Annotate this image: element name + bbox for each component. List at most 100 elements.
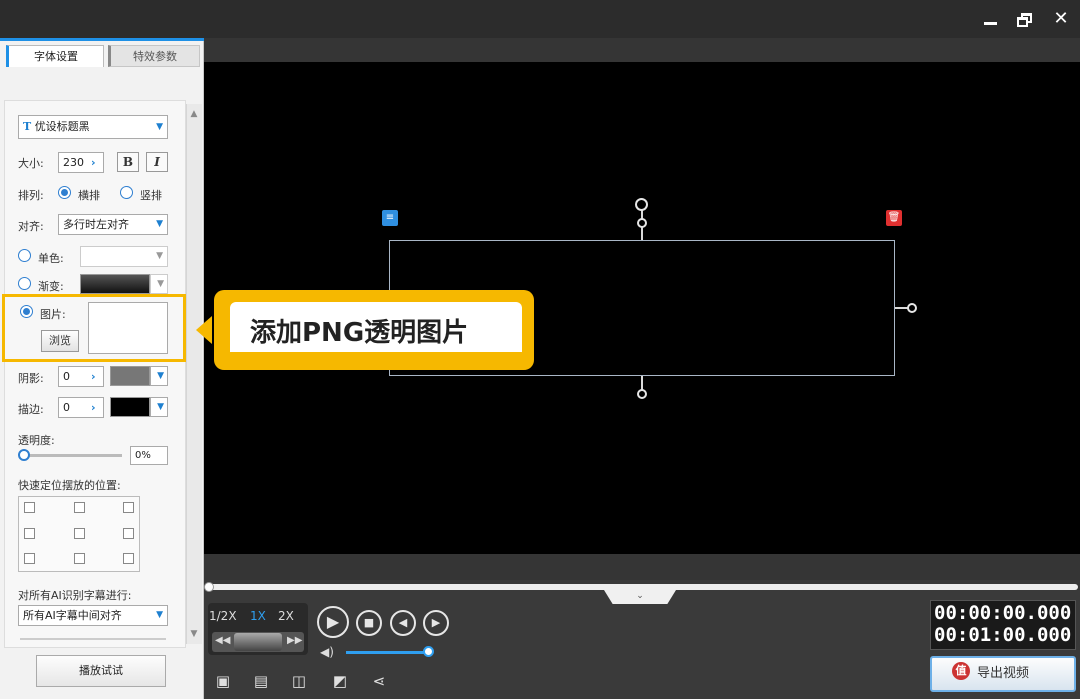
current-time: 00:00:00.000 xyxy=(934,602,1072,624)
position-top-right-checkbox[interactable] xyxy=(123,502,134,513)
align-select[interactable]: 多行时左对齐 ▼ xyxy=(58,214,168,235)
arrange-horizontal-label: 横排 xyxy=(78,189,100,202)
arrange-vertical-radio[interactable] xyxy=(120,186,133,199)
opacity-slider-knob[interactable] xyxy=(18,449,30,461)
scroll-down-icon[interactable]: ▼ xyxy=(188,628,200,640)
rotate-handle[interactable] xyxy=(635,198,648,211)
chevron-down-icon: ▼ xyxy=(156,251,163,261)
shadow-input[interactable]: 0 › xyxy=(58,366,104,387)
total-time: 00:01:00.000 xyxy=(934,624,1072,646)
minimize-icon[interactable] xyxy=(978,6,1004,32)
bold-button[interactable]: B xyxy=(117,152,139,172)
speed-2x[interactable]: 2X xyxy=(278,609,294,623)
position-top-center-checkbox[interactable] xyxy=(74,502,85,513)
stroke-input[interactable]: 0 › xyxy=(58,397,104,418)
copy-icon[interactable]: ◫ xyxy=(290,672,308,690)
preview-button[interactable]: 播放试试 xyxy=(36,655,166,687)
opacity-slider-track[interactable] xyxy=(22,454,122,457)
gradient-radio[interactable] xyxy=(18,277,31,290)
callout-arrow xyxy=(196,316,212,344)
highlight-frame xyxy=(2,294,186,362)
play-icon[interactable]: ▶ xyxy=(317,606,349,638)
stop-icon[interactable]: ■ xyxy=(356,610,382,636)
size-label: 大小: xyxy=(18,157,44,170)
solid-color-label: 单色: xyxy=(38,252,64,265)
gradient-swatch[interactable] xyxy=(80,274,150,294)
rewind-icon[interactable]: ◀◀ xyxy=(215,635,230,646)
restore-icon[interactable] xyxy=(1012,6,1038,32)
save-as-icon[interactable]: ◩ xyxy=(331,672,349,690)
chevron-down-icon: ▼ xyxy=(157,279,164,289)
shadow-color-swatch[interactable] xyxy=(110,366,150,386)
gradient-dropdown[interactable]: ▼ xyxy=(150,274,168,294)
panel-scrollbar[interactable] xyxy=(186,104,202,644)
arrange-horizontal-radio[interactable] xyxy=(58,186,71,199)
save-icon[interactable]: ▣ xyxy=(214,672,232,690)
opacity-input[interactable]: 0% xyxy=(130,446,168,465)
layer-list-icon[interactable]: ≡ xyxy=(382,210,398,226)
delete-icon[interactable]: 🗑 xyxy=(886,210,902,226)
chevron-right-icon: › xyxy=(91,370,96,383)
size-value: 230 xyxy=(63,156,84,169)
tab-effect-params[interactable]: 特效参数 xyxy=(108,45,200,67)
chevron-down-icon: ▼ xyxy=(157,402,164,412)
previous-frame-icon[interactable]: ◀ xyxy=(390,610,416,636)
opacity-value: 0% xyxy=(135,450,151,461)
opacity-label: 透明度: xyxy=(18,434,55,447)
volume-icon[interactable]: ◀) xyxy=(320,645,334,659)
close-icon[interactable]: ✕ xyxy=(1048,6,1074,32)
volume-slider[interactable] xyxy=(346,651,428,654)
arrange-vertical-label: 竖排 xyxy=(140,189,162,202)
resize-handle-right[interactable] xyxy=(907,303,917,313)
shadow-color-dropdown[interactable]: ▼ xyxy=(150,366,168,386)
position-middle-right-checkbox[interactable] xyxy=(123,528,134,539)
shadow-label: 阴影: xyxy=(18,372,44,385)
size-input[interactable]: 230 › xyxy=(58,152,104,173)
gradient-label: 渐变: xyxy=(38,280,64,293)
position-middle-center-checkbox[interactable] xyxy=(74,528,85,539)
timeline-progress[interactable] xyxy=(206,584,1078,590)
align-value: 多行时左对齐 xyxy=(63,218,129,231)
speed-slider-knob[interactable] xyxy=(234,633,282,651)
chevron-down-icon: ▼ xyxy=(156,219,163,229)
position-bottom-right-checkbox[interactable] xyxy=(123,553,134,564)
position-top-left-checkbox[interactable] xyxy=(24,502,35,513)
title-bar xyxy=(0,0,1080,38)
chevron-right-icon: › xyxy=(91,156,96,169)
chevron-down-icon: ▼ xyxy=(156,610,163,620)
position-middle-left-checkbox[interactable] xyxy=(24,528,35,539)
divider xyxy=(20,638,166,640)
position-bottom-left-checkbox[interactable] xyxy=(24,553,35,564)
tab-accent-line xyxy=(0,38,204,41)
tab-font-settings[interactable]: 字体设置 xyxy=(6,45,104,67)
open-folder-icon[interactable]: ▤ xyxy=(252,672,270,690)
stroke-color-dropdown[interactable]: ▼ xyxy=(150,397,168,417)
chevron-down-icon: ▼ xyxy=(156,122,163,132)
position-bottom-center-checkbox[interactable] xyxy=(74,553,85,564)
ai-align-select[interactable]: 所有AI字幕中间对齐 ▼ xyxy=(18,605,168,626)
font-select[interactable]: T 优设标题黑 ▼ xyxy=(18,115,168,139)
shadow-value: 0 xyxy=(63,370,70,383)
bottom-stem xyxy=(641,376,643,390)
text-type-icon: T xyxy=(23,120,32,133)
stroke-color-swatch[interactable] xyxy=(110,397,150,417)
next-frame-icon[interactable]: ▶ xyxy=(423,610,449,636)
fast-forward-icon[interactable]: ▶▶ xyxy=(287,635,302,646)
arrange-label: 排列: xyxy=(18,189,44,202)
font-name: 优设标题黑 xyxy=(34,120,90,133)
expand-chevron-icon[interactable]: ⌄ xyxy=(604,590,676,604)
solid-color-radio[interactable] xyxy=(18,249,31,262)
share-icon[interactable]: ⋖ xyxy=(370,672,388,690)
callout-text: 添加PNG透明图片 xyxy=(250,318,469,348)
ai-align-value: 所有AI字幕中间对齐 xyxy=(23,609,122,622)
stroke-value: 0 xyxy=(63,401,70,414)
speed-half[interactable]: 1/2X xyxy=(209,609,237,623)
timeline-knob[interactable] xyxy=(204,582,214,592)
scroll-up-icon[interactable]: ▲ xyxy=(188,108,200,120)
resize-handle-bottom[interactable] xyxy=(637,389,647,399)
volume-knob[interactable] xyxy=(423,646,434,657)
italic-button[interactable]: I xyxy=(146,152,168,172)
resize-handle-top[interactable] xyxy=(637,218,647,228)
solid-color-picker[interactable]: ▼ xyxy=(80,246,168,267)
speed-1x[interactable]: 1X xyxy=(250,609,266,623)
